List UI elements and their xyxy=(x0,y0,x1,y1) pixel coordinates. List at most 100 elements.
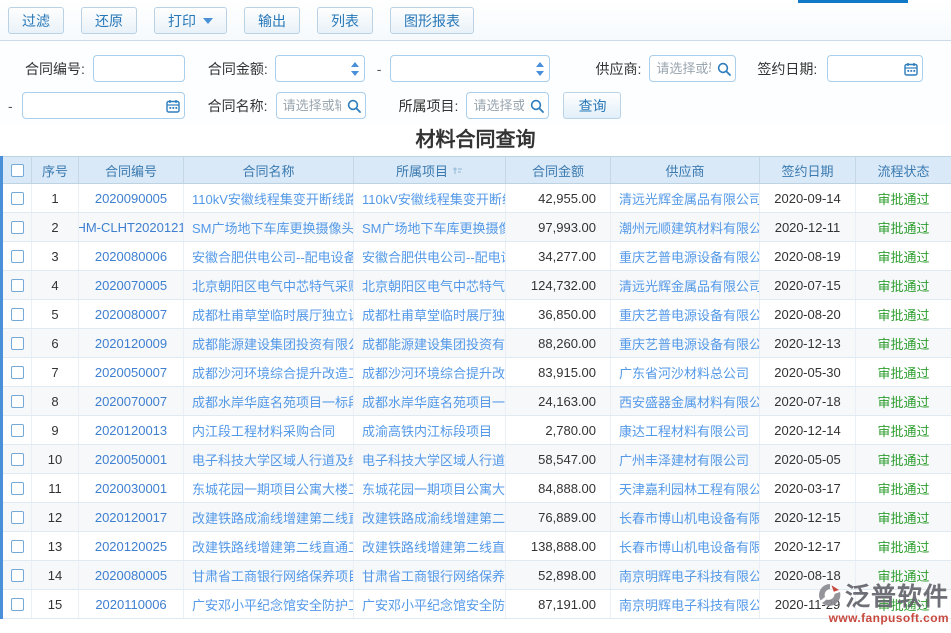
row-select-cell[interactable] xyxy=(3,503,32,531)
calendar-icon[interactable] xyxy=(166,99,180,113)
list-view-button[interactable]: 列表 xyxy=(317,7,373,34)
contract-no-link[interactable]: 2020120017 xyxy=(79,503,184,531)
print-button[interactable]: 打印 xyxy=(154,7,227,34)
query-button[interactable]: 查询 xyxy=(563,92,621,119)
contract-no-link[interactable]: HM-CLHT2020121 xyxy=(79,213,184,241)
project-cell: 电子科技大学区域人行道及绿化 xyxy=(354,445,506,473)
row-checkbox[interactable] xyxy=(11,598,24,611)
header-sign-date[interactable]: 签约日期 xyxy=(760,157,856,183)
row-select-cell[interactable] xyxy=(3,590,32,618)
contract-no-link[interactable]: 2020070005 xyxy=(79,271,184,299)
header-serial[interactable]: 序号 xyxy=(32,157,79,183)
row-select-cell[interactable] xyxy=(3,242,32,270)
export-button[interactable]: 输出 xyxy=(244,7,300,34)
status-badge: 审批通过 xyxy=(856,184,951,212)
supplier-cell: 南京明辉电子科技有限公司 xyxy=(611,561,760,589)
row-select-cell[interactable] xyxy=(3,445,32,473)
contract-name-cell: 改建铁路成渝线增建第二线直通 xyxy=(184,503,354,531)
graph-report-button[interactable]: 图形报表 xyxy=(390,7,474,34)
serial-cell: 11 xyxy=(32,474,79,502)
restore-button[interactable]: 还原 xyxy=(81,7,137,34)
row-checkbox[interactable] xyxy=(11,511,24,524)
supplier-cell: 广州丰泽建材有限公司 xyxy=(611,445,760,473)
amount-max-spinner[interactable] xyxy=(536,62,544,76)
row-checkbox[interactable] xyxy=(11,366,24,379)
status-badge: 审批通过 xyxy=(856,358,951,386)
contract-no-link[interactable]: 2020120025 xyxy=(79,532,184,560)
filter-button[interactable]: 过滤 xyxy=(8,7,64,34)
row-select-cell[interactable] xyxy=(3,561,32,589)
header-status[interactable]: 流程状态 xyxy=(856,157,951,183)
header-supplier[interactable]: 供应商 xyxy=(611,157,760,183)
contract-no-link[interactable]: 2020080005 xyxy=(79,561,184,589)
table-row: 10 2020050001 电子科技大学区域人行道及绿化 电子科技大学区域人行道… xyxy=(3,445,951,474)
search-icon[interactable] xyxy=(347,99,361,113)
sign-date-to-input[interactable] xyxy=(22,92,185,119)
search-icon[interactable] xyxy=(530,99,544,113)
contract-no-link[interactable]: 2020120013 xyxy=(79,416,184,444)
restore-button-label: 还原 xyxy=(95,11,123,31)
row-checkbox[interactable] xyxy=(11,337,24,350)
contract-name-cell: 成都水岸华庭名苑项目一标段 xyxy=(184,387,354,415)
select-all-cell[interactable] xyxy=(3,157,32,183)
row-select-cell[interactable] xyxy=(3,387,32,415)
row-checkbox[interactable] xyxy=(11,221,24,234)
amount-max-input[interactable] xyxy=(390,55,550,82)
amount-min-spinner[interactable] xyxy=(351,62,359,76)
export-button-label: 输出 xyxy=(258,11,286,31)
contract-no-link[interactable]: 2020050001 xyxy=(79,445,184,473)
supplier-cell: 清远光辉金属品有限公司 xyxy=(611,184,760,212)
contract-name-cell: 110kV安徽线程集变开断线路 xyxy=(184,184,354,212)
row-checkbox[interactable] xyxy=(11,250,24,263)
row-select-cell[interactable] xyxy=(3,184,32,212)
project-cell: SM广场地下车库更换摄像头 xyxy=(354,213,506,241)
contract-name-cell: 东城花园一期项目公寓大楼工程 xyxy=(184,474,354,502)
amount-cell: 42,955.00 xyxy=(506,184,611,212)
amount-cell: 88,260.00 xyxy=(506,329,611,357)
header-contract-name[interactable]: 合同名称 xyxy=(184,157,354,183)
row-select-cell[interactable] xyxy=(3,300,32,328)
select-all-checkbox[interactable] xyxy=(11,164,24,177)
serial-cell: 8 xyxy=(32,387,79,415)
row-select-cell[interactable] xyxy=(3,271,32,299)
row-checkbox[interactable] xyxy=(11,279,24,292)
header-contract-no-label: 合同编号 xyxy=(105,161,157,180)
contract-no-link[interactable]: 2020030001 xyxy=(79,474,184,502)
sign-date-cell: 2020-09-14 xyxy=(760,184,856,212)
search-icon[interactable] xyxy=(717,62,731,76)
filter-row-1: 合同编号: 合同金额: - 供应商: 签约日期: xyxy=(0,50,951,87)
contract-no-link[interactable]: 2020110006 xyxy=(79,590,184,618)
project-label: 所属项目: xyxy=(399,96,459,116)
row-select-cell[interactable] xyxy=(3,358,32,386)
status-badge: 审批通过 xyxy=(856,271,951,299)
contract-no-link[interactable]: 2020050007 xyxy=(79,358,184,386)
contract-no-link[interactable]: 2020080007 xyxy=(79,300,184,328)
row-select-cell[interactable] xyxy=(3,213,32,241)
row-checkbox[interactable] xyxy=(11,482,24,495)
serial-cell: 14 xyxy=(32,561,79,589)
contract-no-link[interactable]: 2020120009 xyxy=(79,329,184,357)
row-select-cell[interactable] xyxy=(3,416,32,444)
row-select-cell[interactable] xyxy=(3,474,32,502)
contract-no-link[interactable]: 2020070007 xyxy=(79,387,184,415)
row-checkbox[interactable] xyxy=(11,308,24,321)
row-select-cell[interactable] xyxy=(3,532,32,560)
contract-no-label: 合同编号: xyxy=(25,59,85,79)
row-checkbox[interactable] xyxy=(11,540,24,553)
row-checkbox[interactable] xyxy=(11,395,24,408)
project-cell: 北京朝阳区电气中芯特气采购 xyxy=(354,271,506,299)
row-checkbox[interactable] xyxy=(11,424,24,437)
contract-no-link[interactable]: 2020090005 xyxy=(79,184,184,212)
row-checkbox[interactable] xyxy=(11,453,24,466)
supplier-cell: 重庆艺普电源设备有限公司 xyxy=(611,300,760,328)
row-checkbox[interactable] xyxy=(11,192,24,205)
calendar-icon[interactable] xyxy=(904,62,918,76)
sign-date-cell: 2020-08-19 xyxy=(760,242,856,270)
contract-no-link[interactable]: 2020080006 xyxy=(79,242,184,270)
header-project[interactable]: 所属项目 xyxy=(354,157,506,183)
header-amount[interactable]: 合同金额 xyxy=(506,157,611,183)
row-select-cell[interactable] xyxy=(3,329,32,357)
contract-no-input[interactable] xyxy=(93,55,185,82)
header-contract-no[interactable]: 合同编号 xyxy=(79,157,184,183)
row-checkbox[interactable] xyxy=(11,569,24,582)
